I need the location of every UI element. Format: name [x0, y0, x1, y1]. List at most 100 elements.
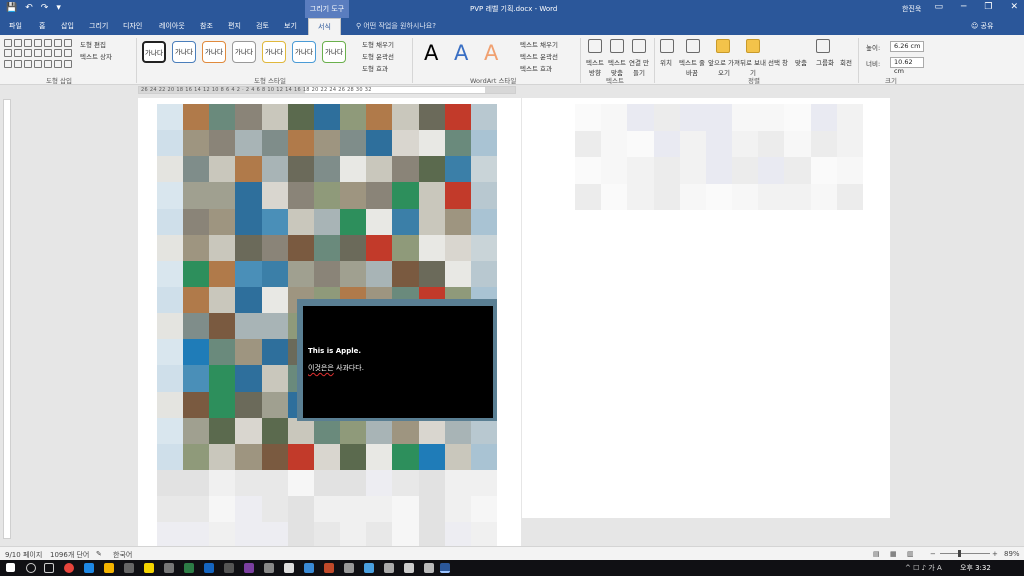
wrap-text-icon[interactable] [686, 39, 700, 53]
rotate-button[interactable]: 회전 [840, 57, 852, 67]
subtitle-box[interactable]: This is Apple. 이것은은 사과다다. [303, 306, 493, 418]
page-count[interactable]: 9/10 페이지 [5, 550, 42, 560]
app-icon[interactable] [224, 563, 234, 573]
shape-style-6[interactable]: 가나다 [292, 41, 316, 63]
shape-icon[interactable] [4, 49, 12, 58]
tab-review[interactable]: 검토 [256, 21, 269, 31]
app-icon[interactable] [384, 563, 394, 573]
search-icon[interactable] [26, 563, 36, 573]
zoom-out-icon[interactable]: − [930, 550, 936, 558]
app-icon[interactable] [324, 563, 334, 573]
position-button[interactable]: 위치 [660, 57, 672, 67]
zoom-level[interactable]: 89% [1004, 550, 1020, 558]
undo-icon[interactable]: ↶ [25, 3, 33, 13]
shape-icon[interactable] [34, 49, 42, 58]
zoom-slider-thumb[interactable] [958, 550, 961, 557]
shape-fill-button[interactable]: 도형 채우기 [362, 39, 394, 49]
zoom-slider[interactable] [940, 553, 990, 554]
tab-layout[interactable]: 레이아웃 [159, 21, 185, 31]
shape-icon[interactable] [44, 39, 52, 47]
shape-gallery[interactable] [4, 39, 72, 69]
group-button[interactable]: 그룹화 [816, 57, 834, 67]
shape-icon[interactable] [24, 49, 32, 58]
shape-icon[interactable] [44, 59, 52, 68]
customize-qat-icon[interactable]: ▾ [56, 3, 61, 13]
explorer-icon[interactable] [104, 563, 114, 573]
word-icon[interactable] [440, 563, 450, 573]
shape-style-4[interactable]: 가나다 [232, 41, 256, 63]
send-backward-icon[interactable] [746, 39, 760, 53]
app-icon[interactable] [304, 563, 314, 573]
bring-forward-icon[interactable] [716, 39, 730, 53]
shape-icon[interactable] [64, 39, 72, 47]
system-tray[interactable]: ^ ☐ ♪ 가 A [905, 563, 942, 573]
shape-icon[interactable] [24, 59, 32, 68]
shape-icon[interactable] [14, 59, 22, 68]
close-button[interactable]: ✕ [1010, 2, 1018, 12]
create-link-button[interactable]: 연결 만들기 [628, 57, 650, 77]
tab-references[interactable]: 참조 [200, 21, 213, 31]
edit-shape-button[interactable]: 도형 편집 [80, 39, 106, 49]
app-icon[interactable] [344, 563, 354, 573]
excel-icon[interactable] [184, 563, 194, 573]
textbox-button[interactable]: 텍스트 상자 [80, 51, 112, 61]
clock[interactable]: 오후 3:32 [960, 563, 991, 573]
proofing-icon[interactable]: ✎ [96, 550, 102, 558]
position-icon[interactable] [660, 39, 674, 53]
shape-style-7[interactable]: 가나다 [322, 41, 346, 63]
app-icon[interactable] [404, 563, 414, 573]
shape-icon[interactable] [44, 49, 52, 58]
app-icon[interactable] [164, 563, 174, 573]
shape-icon[interactable] [54, 49, 62, 58]
tab-design[interactable]: 디자인 [123, 21, 142, 31]
chrome-icon[interactable] [64, 563, 74, 573]
shape-outline-button[interactable]: 도형 윤곽선 [362, 51, 394, 61]
app-icon[interactable] [124, 563, 134, 573]
shape-icon[interactable] [34, 59, 42, 68]
ribbon-display-icon[interactable]: ▭ [934, 2, 943, 12]
text-align-icon[interactable] [610, 39, 624, 53]
text-direction-button[interactable]: 텍스트 방향 [583, 57, 607, 77]
shape-icon[interactable] [34, 39, 42, 47]
shape-icon[interactable] [4, 59, 12, 68]
app-icon[interactable] [424, 563, 434, 573]
save-icon[interactable]: 💾 [6, 3, 17, 13]
shape-icon[interactable] [64, 49, 72, 58]
shape-icon[interactable] [64, 59, 72, 68]
shape-style-2[interactable]: 가나다 [172, 41, 196, 63]
link-icon[interactable] [632, 39, 646, 53]
task-view-icon[interactable] [44, 563, 54, 573]
shape-style-5[interactable]: 가나다 [262, 41, 286, 63]
windows-start-icon[interactable] [6, 563, 15, 572]
app-icon[interactable] [264, 563, 274, 573]
send-backward-button[interactable]: 뒤로 보내기 [740, 57, 766, 77]
text-outline-button[interactable]: 텍스트 윤곽선 [520, 51, 558, 61]
zoom-in-icon[interactable]: + [992, 550, 998, 558]
shape-icon[interactable] [54, 39, 62, 47]
wordart-style-1[interactable]: A [424, 41, 438, 65]
tab-draw[interactable]: 그리기 [89, 21, 108, 31]
wordart-style-2[interactable]: A [454, 41, 468, 65]
shape-style-3[interactable]: 가나다 [202, 41, 226, 63]
tab-format[interactable]: 서식 [308, 18, 341, 35]
bring-forward-button[interactable]: 앞으로 가져오기 [708, 57, 740, 77]
app-icon[interactable] [244, 563, 254, 573]
user-name[interactable]: 한진욱 [902, 4, 921, 14]
tab-insert[interactable]: 삽입 [61, 21, 74, 31]
text-fill-button[interactable]: 텍스트 채우기 [520, 39, 558, 49]
redo-icon[interactable]: ↷ [41, 3, 49, 13]
vertical-ruler[interactable] [3, 99, 11, 539]
wrap-text-button[interactable]: 텍스트 줄 바꿈 [676, 57, 708, 77]
height-input[interactable]: 6.26 cm [890, 41, 924, 52]
shape-effects-button[interactable]: 도형 효과 [362, 63, 388, 73]
app-icon[interactable] [364, 563, 374, 573]
width-input[interactable]: 10.62 cm [890, 57, 924, 75]
tab-mailings[interactable]: 편지 [228, 21, 241, 31]
shape-icon[interactable] [54, 59, 62, 68]
share-button[interactable]: ☺ 공유 [971, 21, 993, 31]
text-direction-icon[interactable] [588, 39, 602, 53]
steam-icon[interactable] [204, 563, 214, 573]
selection-pane-button[interactable]: 선택 창 [768, 57, 788, 67]
shape-icon[interactable] [14, 49, 22, 58]
shape-icon[interactable] [24, 39, 32, 47]
